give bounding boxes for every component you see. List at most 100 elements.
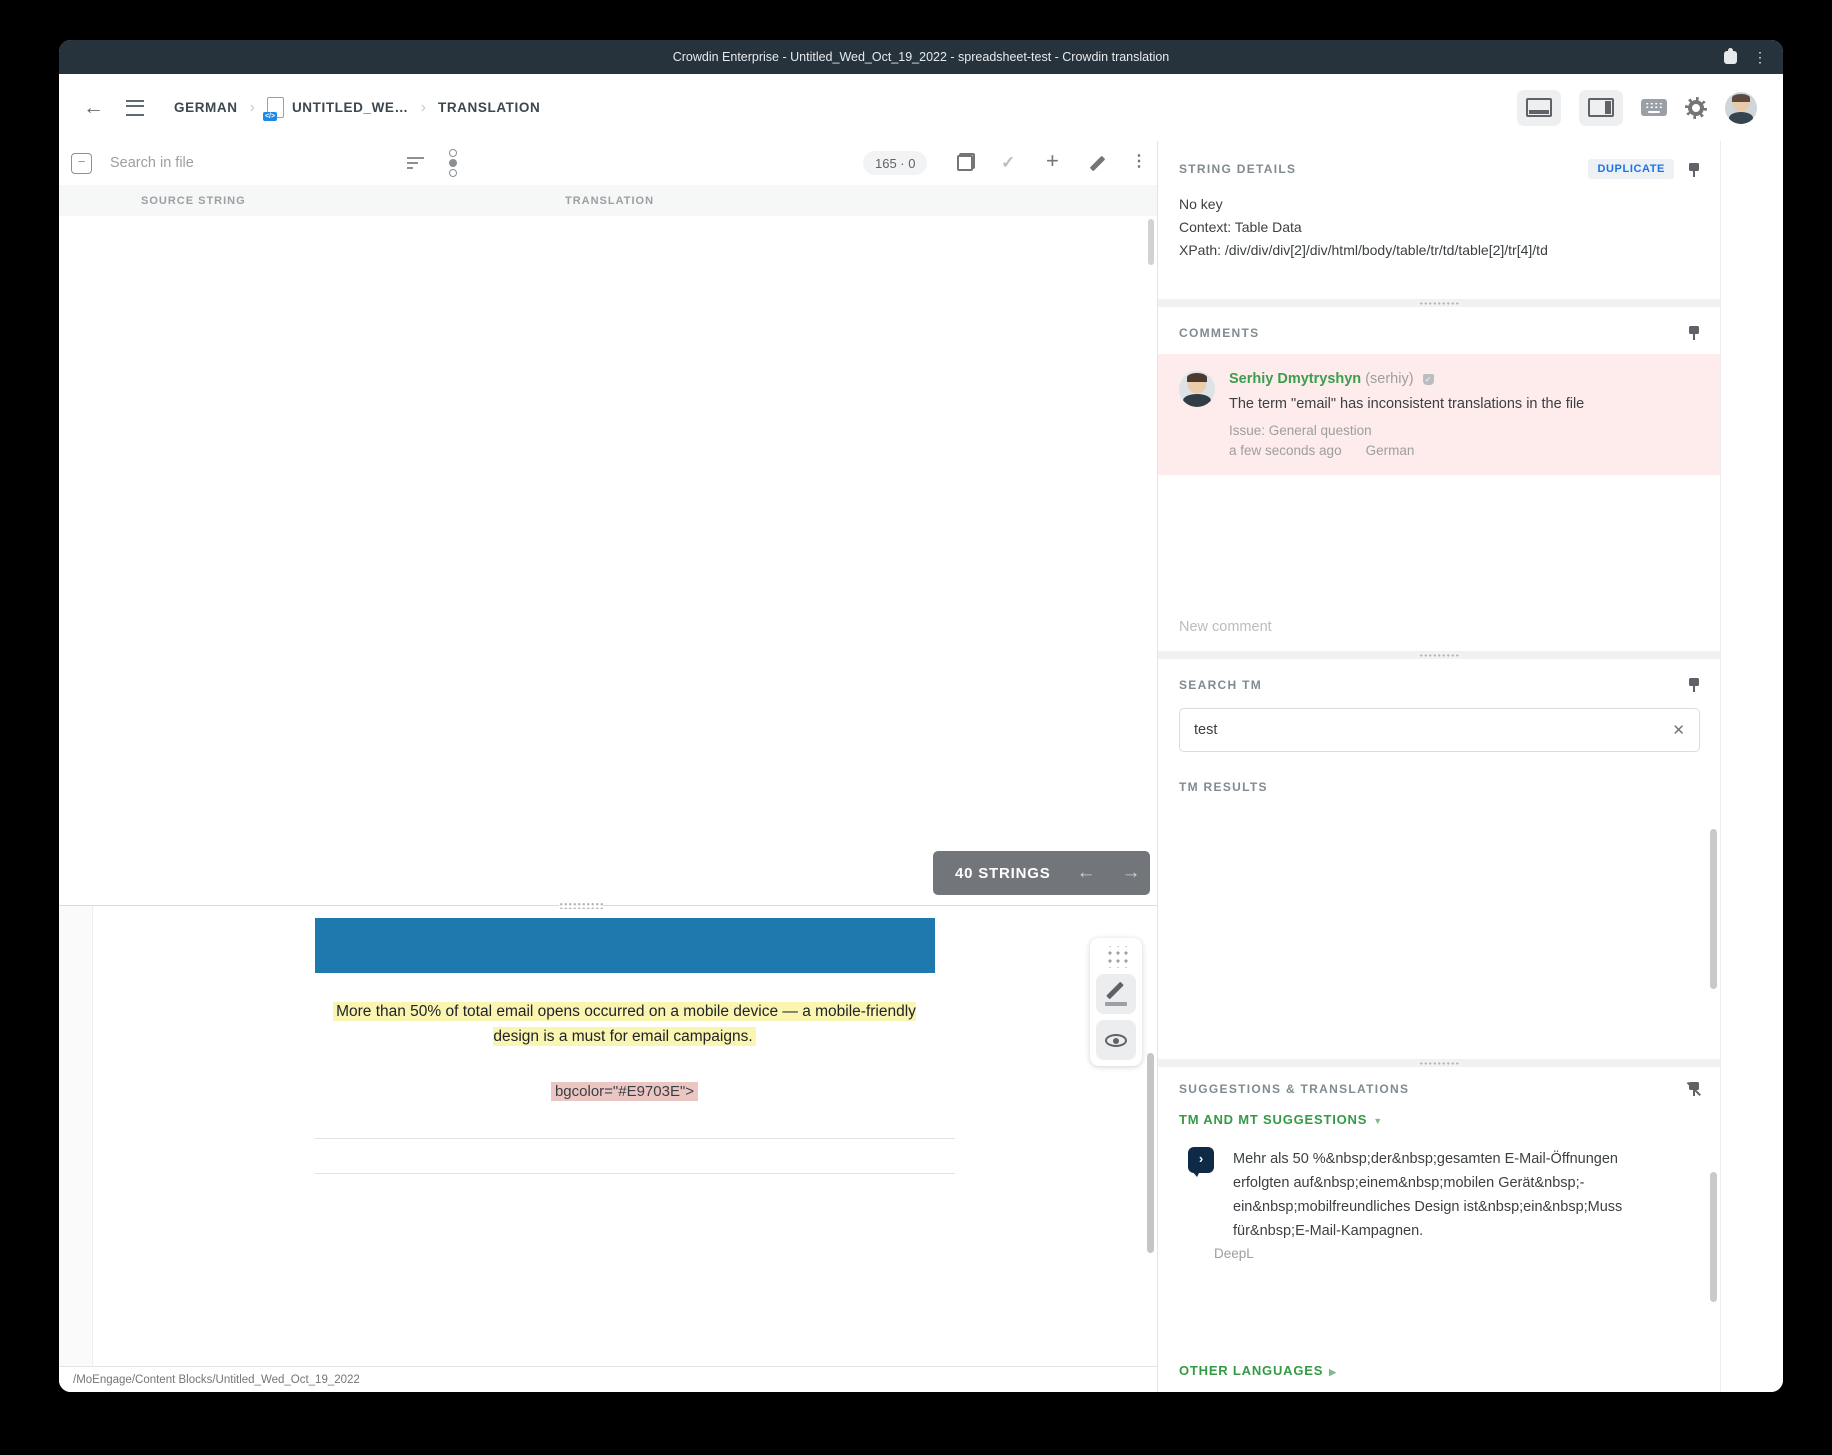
editor-panel: − Search in file 165 · 0 ✓ + ⋮ SOURCE ST…	[59, 141, 1157, 1392]
string-list	[59, 216, 1157, 905]
preview-content: More than 50% of total email opens occur…	[92, 906, 1157, 1366]
drag-grip-icon[interactable]	[1104, 946, 1128, 968]
tm-scrollbar[interactable]	[1710, 829, 1717, 989]
preview-headline[interactable]: More than 50% of total email opens occur…	[315, 999, 935, 1049]
string-details-header: STRING DETAILS	[1179, 162, 1296, 176]
browser-menu-icon[interactable]: ⋮	[1753, 49, 1767, 66]
email-header-band	[315, 918, 935, 973]
next-page-icon[interactable]: →	[1122, 862, 1141, 884]
verified-shield-icon: ✓	[1423, 374, 1434, 385]
strings-count-label: 40 STRINGS	[955, 865, 1051, 882]
comment-item[interactable]: Serhiy Dmytryshyn (serhiy) ✓ The term "e…	[1158, 354, 1720, 475]
file-icon	[267, 97, 284, 118]
comment-meta: a few seconds ago German	[1229, 443, 1584, 458]
extension-icon[interactable]	[1724, 51, 1737, 64]
window-title: Crowdin Enterprise - Untitled_Wed_Oct_19…	[59, 50, 1783, 64]
caret-down-icon: ▼	[1373, 1116, 1383, 1126]
user-avatar[interactable]	[1725, 92, 1757, 124]
layout-bottom-icon	[1526, 98, 1552, 117]
editor-toolbar: − Search in file 165 · 0 ✓ + ⋮	[59, 141, 1157, 186]
comment-text: The term "email" has inconsistent transl…	[1229, 396, 1584, 412]
pin-icon[interactable]	[1688, 162, 1700, 177]
edit-icon[interactable]	[1087, 154, 1107, 172]
source-string-column-header: SOURCE STRING	[141, 195, 246, 207]
comments-header: COMMENTS	[1179, 326, 1259, 340]
more-options-icon[interactable]: ⋮	[1131, 151, 1147, 171]
comment-avatar	[1179, 371, 1215, 407]
comments-section: COMMENTS Serhiy Dmytryshyn (serhiy) ✓ Th…	[1158, 307, 1720, 651]
clear-search-icon[interactable]: ✕	[1672, 721, 1685, 739]
breadcrumb-file[interactable]: UNTITLED_WE…	[292, 100, 409, 115]
tm-results-header: TM RESULTS	[1158, 752, 1720, 794]
file-preview-pane: More than 50% of total email opens occur…	[59, 905, 1157, 1392]
caret-right-icon: ▶	[1329, 1367, 1337, 1377]
divider	[315, 1138, 955, 1139]
section-divider[interactable]	[1158, 651, 1720, 659]
tm-search-input[interactable]: test ✕	[1179, 708, 1700, 752]
list-scrollbar[interactable]	[1148, 219, 1154, 265]
layout-side-toggle-button[interactable]	[1579, 90, 1623, 126]
titlebar: Crowdin Enterprise - Untitled_Wed_Oct_19…	[59, 40, 1783, 74]
menu-icon[interactable]	[126, 100, 144, 116]
preview-left-strip	[59, 906, 93, 1366]
string-xpath: XPath: /div/div/div[2]/div/html/body/tab…	[1179, 239, 1700, 262]
layout-bottom-toggle-button[interactable]	[1517, 90, 1561, 126]
preview-scrollbar[interactable]	[1147, 1053, 1154, 1253]
strings-count-pill: 40 STRINGS ← →	[933, 851, 1150, 895]
section-divider[interactable]	[1158, 1059, 1720, 1067]
right-panel: STRING DETAILS DUPLICATE No key Context:…	[1157, 141, 1720, 1392]
add-string-icon[interactable]: +	[1046, 148, 1059, 174]
tm-mt-suggestions-toggle[interactable]: TM AND MT SUGGESTIONS▼	[1158, 1096, 1720, 1127]
comment-issue-label: Issue: General question	[1229, 423, 1584, 438]
keyboard-shortcuts-icon[interactable]	[1641, 99, 1667, 116]
settings-gear-icon[interactable]	[1685, 97, 1707, 119]
translation-column-header: TRANSLATION	[565, 195, 654, 207]
apps-sidebar	[1720, 141, 1783, 1392]
preview-code-line[interactable]: bgcolor="#E9703E">	[315, 1083, 935, 1100]
preview-eye-button[interactable]	[1096, 1020, 1136, 1060]
copy-source-icon[interactable]	[957, 153, 975, 171]
file-path-statusbar: /MoEngage/Content Blocks/Untitled_Wed_Oc…	[59, 1366, 1157, 1392]
search-tm-header: SEARCH TM	[1179, 678, 1262, 692]
comment-language: German	[1366, 443, 1415, 458]
breadcrumb-page: TRANSLATION	[438, 100, 540, 115]
preview-floating-toolbar	[1090, 938, 1142, 1066]
breadcrumb-language[interactable]: GERMAN	[174, 100, 238, 115]
comment-time: a few seconds ago	[1229, 443, 1342, 458]
search-in-file-input[interactable]: Search in file	[110, 155, 194, 171]
string-key: No key	[1179, 193, 1700, 216]
layout-side-icon	[1588, 98, 1614, 117]
app-window: Crowdin Enterprise - Untitled_Wed_Oct_19…	[59, 40, 1783, 1392]
search-tm-section: SEARCH TM test ✕ TM RESULTS	[1158, 659, 1720, 1059]
filter-icon[interactable]	[407, 157, 424, 169]
string-context: Context: Table Data	[1179, 216, 1700, 239]
suggestions-header: SUGGESTIONS & TRANSLATIONS	[1179, 1082, 1409, 1096]
mt-engine-label: DeepL	[1214, 1246, 1633, 1261]
comment-author[interactable]: Serhiy Dmytryshyn	[1229, 371, 1361, 387]
unpin-icon[interactable]	[1688, 1081, 1700, 1096]
preview-edit-button[interactable]	[1096, 974, 1136, 1014]
navbar: ← GERMAN › UNTITLED_WE… › TRANSLATION	[59, 74, 1783, 142]
new-comment-input[interactable]: New comment	[1179, 619, 1272, 635]
divider	[315, 1173, 955, 1174]
breadcrumb-chevron-icon: ›	[250, 99, 255, 117]
suggestions-section: SUGGESTIONS & TRANSLATIONS TM AND MT SUG…	[1158, 1067, 1720, 1392]
string-details-section: STRING DETAILS DUPLICATE No key Context:…	[1158, 141, 1720, 299]
collapse-all-button[interactable]: −	[71, 153, 92, 174]
approve-icon[interactable]: ✓	[1001, 153, 1015, 173]
other-languages-toggle[interactable]: OTHER LANGUAGES▶	[1179, 1363, 1337, 1378]
suggestions-scrollbar[interactable]	[1710, 1172, 1717, 1302]
pin-icon[interactable]	[1688, 325, 1700, 340]
section-divider[interactable]	[1158, 299, 1720, 307]
mt-suggestion-text[interactable]: Mehr als 50 %&nbsp;der&nbsp;gesamten E-M…	[1233, 1147, 1633, 1243]
tm-search-value: test	[1194, 722, 1217, 738]
breadcrumb-chevron-icon: ›	[421, 99, 426, 117]
comment-username: (serhiy)	[1365, 371, 1413, 387]
string-options-icon[interactable]	[449, 149, 457, 177]
deepl-icon: ›	[1188, 1147, 1214, 1173]
mt-suggestion-item[interactable]: › Mehr als 50 %&nbsp;der&nbsp;gesamten E…	[1158, 1127, 1720, 1261]
back-arrow-icon[interactable]: ←	[83, 96, 104, 120]
pin-icon[interactable]	[1688, 677, 1700, 692]
column-headers: SOURCE STRING TRANSLATION	[59, 185, 1157, 216]
prev-page-icon[interactable]: ←	[1077, 862, 1096, 884]
